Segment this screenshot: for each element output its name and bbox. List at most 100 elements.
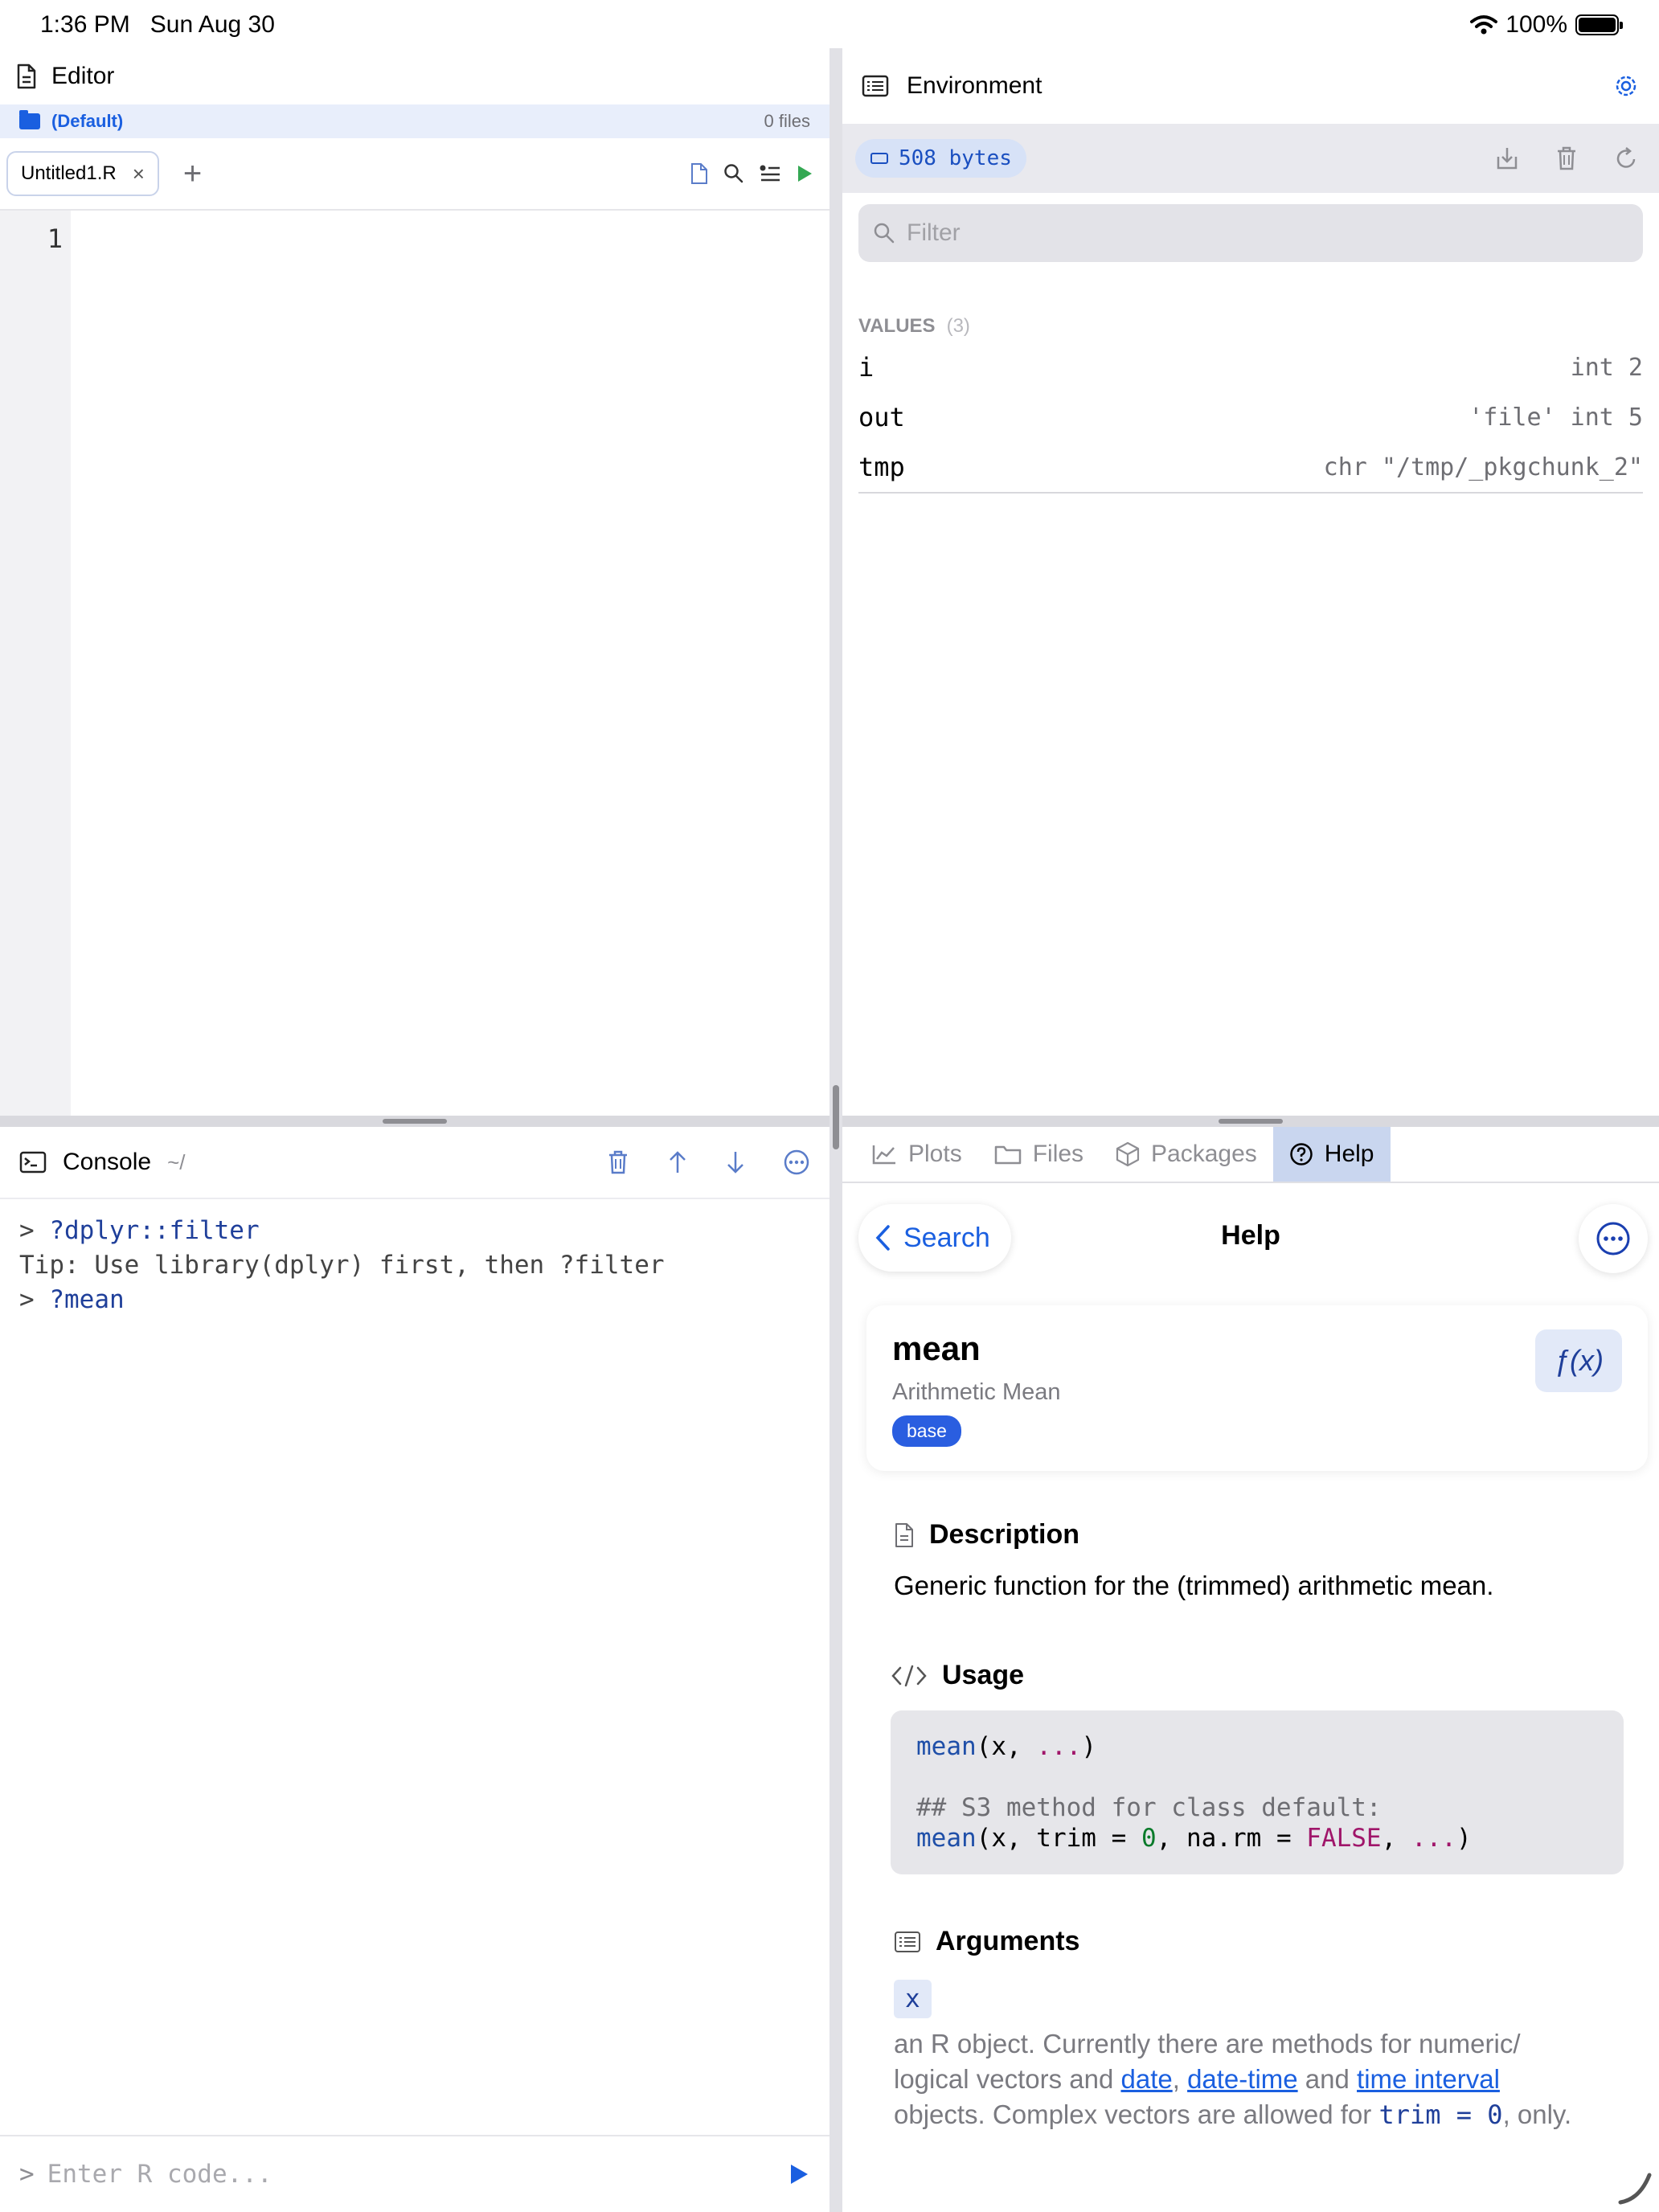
environment-tools: [1495, 145, 1646, 171]
project-bar[interactable]: (Default) 0 files: [0, 104, 830, 138]
left-horizontal-splitter[interactable]: [0, 1116, 830, 1127]
environment-pane: Environment 508 bytes Filter VALUES (3) …: [842, 48, 1659, 1116]
editor-title: Editor: [51, 63, 115, 89]
new-file-icon[interactable]: [690, 162, 709, 185]
gear-icon[interactable]: [1612, 72, 1640, 100]
variable-value: chr "/tmp/_pkgchunk_2": [1323, 453, 1643, 481]
chevron-left-icon: [875, 1225, 890, 1251]
run-icon[interactable]: [796, 164, 813, 183]
editor-tools: [690, 162, 830, 185]
tab-plots[interactable]: Plots: [855, 1127, 978, 1182]
usage-section: Usage mean(x, ...) ## S3 method for clas…: [891, 1660, 1624, 1874]
arg-text: objects. Complex vectors are allowed for: [894, 2099, 1379, 2129]
package-icon: [1116, 1141, 1140, 1167]
format-list-icon[interactable]: [759, 163, 781, 184]
status-date-text: Sun Aug 30: [150, 11, 275, 38]
question-circle-icon: [1290, 1143, 1313, 1165]
status-time: 1:36 PM Sun Aug 30: [40, 11, 275, 39]
battery-percent: 100%: [1505, 11, 1567, 38]
splitter-grip[interactable]: [1219, 1119, 1283, 1124]
usage-header: Usage: [891, 1660, 1624, 1691]
close-tab-icon[interactable]: ×: [133, 162, 145, 186]
refresh-icon[interactable]: [1614, 145, 1638, 171]
tab-files-label[interactable]: Files: [1033, 1141, 1083, 1168]
usage-comment: ## S3 method for class default:: [916, 1793, 1382, 1822]
link-time-interval[interactable]: time interval: [1357, 2064, 1500, 2094]
arg-text: , only.: [1502, 2099, 1572, 2129]
function-name: mean: [892, 1329, 981, 1367]
file-tab-label[interactable]: Untitled1.R: [21, 162, 117, 185]
arg-code: trim = 0: [1378, 2099, 1503, 2130]
code-number: 0: [1141, 1824, 1157, 1853]
import-icon[interactable]: [1495, 145, 1519, 171]
code-editor[interactable]: 1: [0, 211, 830, 1116]
function-icon-button[interactable]: ƒ(x): [1535, 1329, 1622, 1392]
right-horizontal-splitter[interactable]: [842, 1116, 1659, 1127]
run-icon[interactable]: [788, 2162, 810, 2186]
usage-line: mean(x, trim = 0, na.rm = FALSE, ...): [916, 1823, 1598, 1854]
memory-size-text: 508 bytes: [899, 146, 1012, 170]
list-box-icon: [862, 75, 889, 97]
more-icon[interactable]: [783, 1149, 810, 1176]
tab-plots-label[interactable]: Plots: [908, 1141, 962, 1168]
vertical-splitter[interactable]: [830, 48, 842, 2212]
arrow-down-icon[interactable]: [725, 1149, 746, 1175]
search-icon[interactable]: [723, 163, 744, 184]
arg-line: logical vectors and date, date-time and …: [894, 2062, 1624, 2097]
splitter-grip[interactable]: [833, 1085, 839, 1149]
console-prompt: >: [19, 1285, 35, 1314]
filter-input[interactable]: [907, 219, 1628, 247]
function-card: mean Arithmetic Mean base ƒ(x): [866, 1305, 1648, 1471]
tab-help[interactable]: Help: [1272, 1127, 1391, 1182]
argument-description: an R object. Currently there are methods…: [894, 2026, 1624, 2132]
usage-heading: Usage: [942, 1660, 1025, 1690]
usage-line: mean(x, ...): [916, 1731, 1598, 1762]
tab-files[interactable]: Files: [978, 1127, 1100, 1182]
trash-icon[interactable]: [1555, 145, 1579, 171]
tab-packages-label[interactable]: Packages: [1151, 1141, 1257, 1168]
arg-text: ,: [1172, 2064, 1188, 2094]
console-command: ?mean: [49, 1285, 125, 1314]
help-more-button[interactable]: [1579, 1204, 1648, 1273]
code-close: ): [1456, 1824, 1472, 1853]
new-tab-button[interactable]: +: [183, 156, 202, 192]
splitter-grip[interactable]: [383, 1119, 447, 1124]
document-icon: [17, 63, 36, 89]
project-name[interactable]: (Default): [51, 111, 123, 132]
arrow-up-icon[interactable]: [667, 1149, 688, 1175]
environment-title: Environment: [907, 72, 1043, 99]
code-fn: mean: [916, 1732, 977, 1761]
battery-icon: [1575, 14, 1623, 35]
tab-help-label[interactable]: Help: [1325, 1141, 1374, 1168]
link-date[interactable]: date: [1120, 2064, 1172, 2094]
trash-icon[interactable]: [606, 1149, 630, 1175]
link-date-time[interactable]: date-time: [1187, 2064, 1298, 2094]
input-prompt: >: [19, 2160, 35, 2189]
code-args: (x,: [976, 1732, 1037, 1761]
console-input[interactable]: [47, 2160, 775, 2189]
variable-name: i: [858, 352, 875, 383]
console-line: Tip: Use library(dplyr) first, then ?fil…: [19, 1248, 810, 1283]
arguments-section: Arguments x an R object. Currently there…: [894, 1926, 1624, 2132]
console-header: Console ~/: [0, 1127, 830, 1199]
console-path: ~/: [167, 1149, 186, 1174]
back-to-search-button[interactable]: Search: [858, 1204, 1011, 1272]
back-label[interactable]: Search: [903, 1223, 990, 1254]
resize-handle-icon[interactable]: [1616, 2169, 1653, 2206]
package-badge[interactable]: base: [892, 1415, 961, 1447]
code-keyword: FALSE: [1306, 1824, 1382, 1853]
folder-icon: [19, 110, 40, 129]
file-tab-untitled1[interactable]: Untitled1.R ×: [6, 151, 159, 196]
code-dots: ...: [1036, 1732, 1082, 1761]
variable-row[interactable]: i int 2: [858, 342, 1643, 392]
list-box-icon: [895, 1931, 920, 1952]
variable-row[interactable]: out 'file' int 5: [858, 392, 1643, 442]
help-pane: Plots Files Packages Help Search Help me…: [842, 1127, 1659, 2212]
filter-field[interactable]: [858, 204, 1643, 262]
code-args: , na.rm =: [1156, 1824, 1307, 1853]
tab-packages[interactable]: Packages: [1100, 1127, 1273, 1182]
code-area[interactable]: [71, 211, 830, 1116]
variable-row[interactable]: tmp chr "/tmp/_pkgchunk_2": [858, 442, 1643, 492]
usage-code-block: mean(x, ...) ## S3 method for class defa…: [891, 1710, 1624, 1874]
arg-text: logical vectors and: [894, 2064, 1121, 2094]
